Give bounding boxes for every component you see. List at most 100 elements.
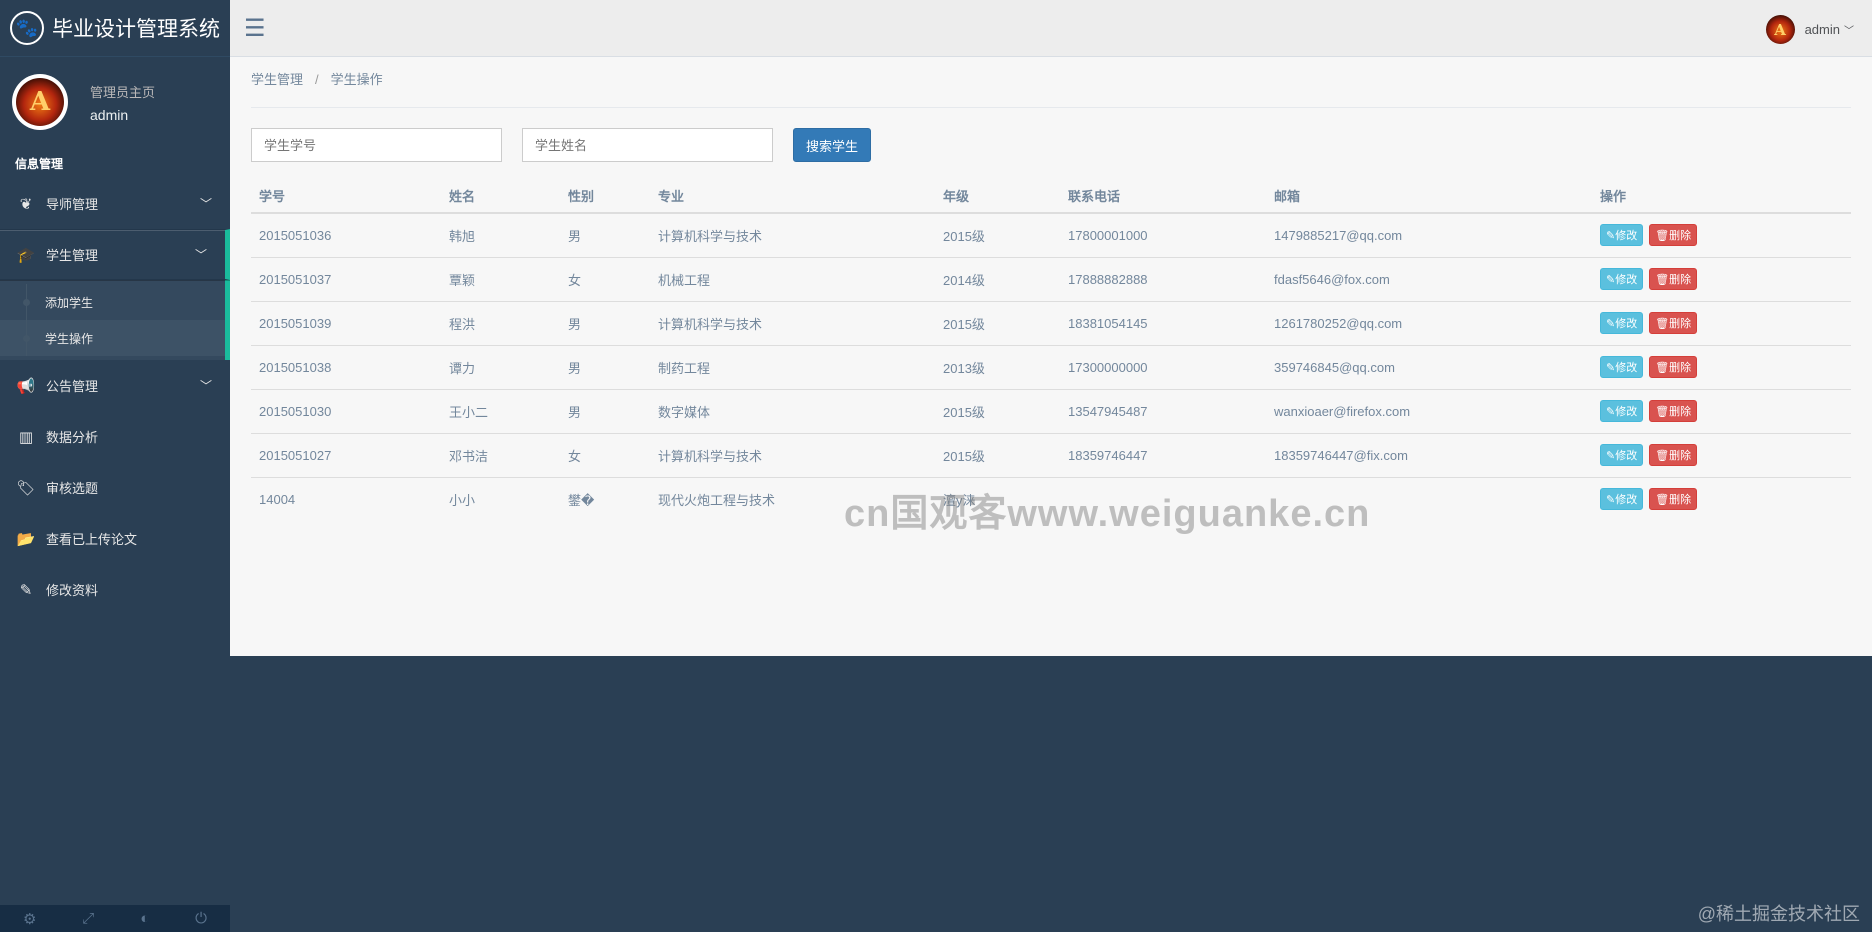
breadcrumb: 学生管理 / 学生操作 — [251, 69, 383, 88]
table-cell: 18359746447 — [1060, 432, 1266, 477]
table-cell: 计算机科学与技术 — [650, 212, 935, 257]
brand[interactable]: 🐾 毕业设计管理系统 — [0, 0, 230, 57]
delete-button[interactable]: 🗑删除 — [1649, 444, 1698, 466]
table-cell: 18381054145 — [1060, 300, 1266, 345]
student-id-input[interactable] — [251, 128, 502, 162]
table-cell: 女 — [560, 432, 650, 477]
sidebar-footer: ⚙ ⤢ ◐ ⏻ — [0, 905, 230, 932]
tags-icon: 🏷 — [16, 479, 36, 497]
section-title: 信息管理 — [15, 157, 64, 171]
table-cell: 小小 — [441, 476, 560, 521]
sidebar-item-label: 公告管理 — [46, 379, 99, 394]
breadcrumb-separator: / — [315, 72, 319, 87]
table-cell: 韩旭 — [441, 212, 560, 257]
table-cell: 2015051027 — [251, 432, 441, 477]
sidebar-item-edit-profile[interactable]: ✎ 修改资料 — [0, 564, 230, 615]
students-table: 学号 姓名 性别 专业 年级 联系电话 邮箱 操作 2015051036 韩旭男计… — [251, 178, 1851, 521]
corner-watermark: @稀土掘金技术社区 — [1697, 904, 1860, 924]
chevron-down-icon: ﹀ — [194, 248, 207, 262]
table-row: 2015051030 王小二男数字媒体 2015级 13547945487 wanxio… — [251, 388, 1851, 433]
main-content: 学生管理 / 学生操作 搜索学生 学号 姓名 性别 专业 年级 联系电话 邮箱 操作… — [230, 57, 1872, 656]
table-cell: 计算机科学与技术 — [650, 300, 935, 345]
table-cell: 鐢� — [560, 476, 650, 521]
table-cell: 2015级 — [935, 432, 1060, 477]
user-menu[interactable]: A admin ﹀ — [1765, 15, 1854, 44]
actions-cell: ✎修改 🗑删除 — [1592, 476, 1851, 521]
table-row: 2015051036 韩旭男计算机科学与技术 2015级 17800001000 147… — [251, 212, 1851, 257]
delete-button[interactable]: 🗑删除 — [1649, 312, 1698, 334]
delete-button[interactable]: 🗑删除 — [1649, 268, 1698, 290]
breadcrumb-parent[interactable]: 学生管理 — [251, 72, 303, 87]
table-cell: 2015级 — [935, 212, 1060, 257]
table-cell: 2015051037 — [251, 256, 441, 301]
sidebar-item-teachers[interactable]: ❦ 导师管理 ﹀ — [0, 178, 230, 229]
actions-cell: ✎修改 🗑删除 — [1592, 344, 1851, 389]
sidebar-item-papers[interactable]: 📂 查看已上传论文 — [0, 513, 230, 564]
table-cell: wanxioaer@firefox.com — [1266, 388, 1592, 433]
edit-button[interactable]: ✎修改 — [1600, 400, 1644, 422]
table-cell: 男 — [560, 212, 650, 257]
edit-button[interactable]: ✎修改 — [1600, 356, 1644, 378]
table-cell: 谭力 — [441, 344, 560, 389]
table-cell: 2014级 — [935, 256, 1060, 301]
sidebar-item-review-topics[interactable]: 🏷 审核选题 — [0, 462, 230, 513]
actions-cell: ✎修改 🗑删除 — [1592, 388, 1851, 433]
chevron-down-icon: ﹀ — [1844, 26, 1854, 37]
column-header: 姓名 — [441, 178, 560, 214]
table-cell: 14004 — [251, 476, 441, 521]
search-button[interactable]: 搜索学生 — [793, 128, 872, 162]
bullhorn-icon: 📢 — [16, 377, 36, 395]
edit-button[interactable]: ✎修改 — [1600, 444, 1644, 466]
table-cell: 男 — [560, 388, 650, 433]
table-cell: 男 — [560, 344, 650, 389]
table-cell: 女 — [560, 256, 650, 301]
sidebar-subitem-add-student[interactable]: 添加学生 — [0, 284, 225, 320]
profile: A 管理员主页 admin — [0, 57, 230, 147]
table-cell: 1261780252@qq.com — [1266, 300, 1592, 345]
menu-toggle-icon[interactable]: ☰ — [244, 14, 266, 43]
chevron-down-icon: ﹀ — [199, 379, 212, 393]
edit-button[interactable]: ✎修改 — [1600, 224, 1644, 247]
delete-button[interactable]: 🗑删除 — [1649, 400, 1698, 422]
leaf-icon: ❦ — [19, 195, 33, 213]
table-cell: 2015级 — [935, 300, 1060, 345]
sidebar-item-label: 导师管理 — [46, 197, 99, 212]
sidebar-item-students[interactable]: 🎓 学生管理 ﹀ — [0, 229, 230, 280]
edit-button[interactable]: ✎修改 — [1600, 312, 1644, 334]
table-cell: 2015051030 — [251, 388, 441, 433]
sidebar-item-analysis[interactable]: ▥ 数据分析 — [0, 411, 230, 462]
table-cell: 13547945487 — [1060, 388, 1266, 433]
table-row: 2015051037 覃颖女机械工程 2014级 17888882888 fdasf56… — [251, 256, 1851, 301]
username: admin — [1804, 22, 1840, 37]
top-nav: ☰ A admin ﹀ — [230, 0, 1872, 57]
column-header: 联系电话 — [1060, 178, 1266, 214]
table-cell: 覃颖 — [441, 256, 560, 301]
power-icon[interactable]: ⏻ — [195, 910, 207, 927]
sidebar-subitem-student-ops[interactable]: 学生操作 — [0, 320, 225, 356]
table-cell: 2015051036 — [251, 212, 441, 257]
table-cell: fdasf5646@fox.com — [1266, 256, 1592, 301]
delete-button[interactable]: 🗑删除 — [1649, 224, 1698, 247]
eye-slash-icon[interactable]: ◐ — [140, 910, 149, 927]
delete-button[interactable]: 🗑删除 — [1649, 356, 1698, 378]
table-cell: 制药工程 — [650, 344, 935, 389]
students-submenu: 添加学生 学生操作 — [0, 280, 230, 360]
table-cell: 机械工程 — [650, 256, 935, 301]
settings-icon[interactable]: ⚙ — [23, 910, 36, 928]
paw-icon: 🐾 — [10, 11, 44, 45]
sidebar-item-notices[interactable]: 📢 公告管理 ﹀ — [0, 360, 230, 411]
sidebar-item-label: 学生管理 — [46, 248, 99, 263]
fullscreen-icon[interactable]: ⤢ — [82, 910, 94, 927]
column-header: 邮箱 — [1266, 178, 1592, 214]
edit-button[interactable]: ✎修改 — [1600, 488, 1644, 511]
delete-button[interactable]: 🗑删除 — [1649, 488, 1698, 511]
edit-button[interactable]: ✎修改 — [1600, 268, 1644, 290]
sidebar: 🐾 毕业设计管理系统 A 管理员主页 admin 信息管理 ❦ 导师管理 ﹀ 🎓… — [0, 0, 230, 932]
table-cell: 359746845@qq.com — [1266, 344, 1592, 389]
table-cell: 17888882888 — [1060, 256, 1266, 301]
breadcrumb-current: 学生操作 — [330, 72, 383, 87]
column-header: 专业 — [650, 178, 935, 214]
student-name-input[interactable] — [522, 128, 773, 162]
edit-icon: ✎ — [19, 581, 33, 599]
table-cell: 男 — [560, 300, 650, 345]
